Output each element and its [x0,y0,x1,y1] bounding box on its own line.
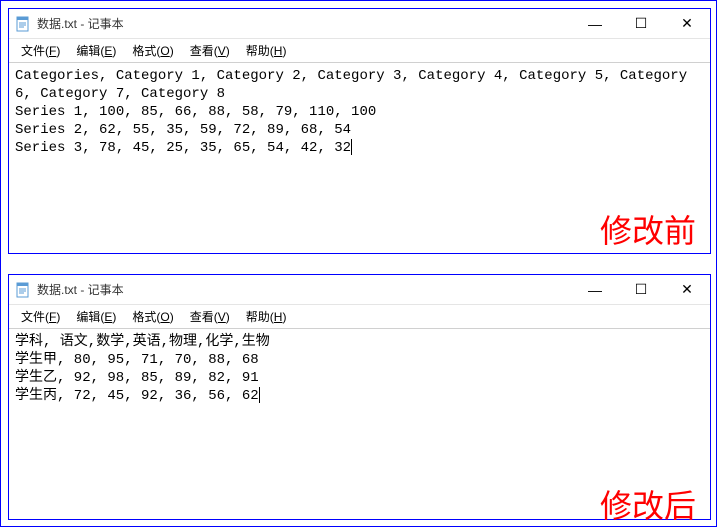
menu-view[interactable]: 查看(V) [182,40,238,61]
titlebar[interactable]: 数据.txt - 记事本 — ☐ ✕ [9,9,710,39]
titlebar[interactable]: 数据.txt - 记事本 — ☐ ✕ [9,275,710,305]
text-cursor [351,139,352,155]
minimize-button[interactable]: — [572,275,618,304]
notepad-window-before: 数据.txt - 记事本 — ☐ ✕ 文件(F) 编辑(E) 格式(O) 查看(… [8,8,711,254]
menubar: 文件(F) 编辑(E) 格式(O) 查看(V) 帮助(H) [9,39,710,63]
menu-help[interactable]: 帮助(H) [238,306,295,327]
notepad-window-after: 数据.txt - 记事本 — ☐ ✕ 文件(F) 编辑(E) 格式(O) 查看(… [8,274,711,520]
window-controls: — ☐ ✕ [572,275,710,304]
minimize-button[interactable]: — [572,9,618,38]
menubar: 文件(F) 编辑(E) 格式(O) 查看(V) 帮助(H) [9,305,710,329]
close-button[interactable]: ✕ [664,275,710,304]
window-title: 数据.txt - 记事本 [37,15,124,32]
notepad-icon [15,16,31,32]
menu-help[interactable]: 帮助(H) [238,40,295,61]
menu-edit[interactable]: 编辑(E) [68,306,124,327]
menu-edit[interactable]: 编辑(E) [68,40,124,61]
maximize-button[interactable]: ☐ [618,9,664,38]
text-area[interactable]: Categories, Category 1, Category 2, Cate… [9,63,710,253]
text-area[interactable]: 学科, 语文,数学,英语,物理,化学,生物 学生甲, 80, 95, 71, 7… [9,329,710,519]
menu-file[interactable]: 文件(F) [13,306,68,327]
menu-format[interactable]: 格式(O) [124,40,181,61]
menu-file[interactable]: 文件(F) [13,40,68,61]
window-controls: — ☐ ✕ [572,9,710,38]
menu-view[interactable]: 查看(V) [182,306,238,327]
close-button[interactable]: ✕ [664,9,710,38]
text-content: Categories, Category 1, Category 2, Cate… [15,68,696,156]
text-cursor [259,387,260,403]
window-title: 数据.txt - 记事本 [37,281,124,298]
notepad-icon [15,282,31,298]
text-content: 学科, 语文,数学,英语,物理,化学,生物 学生甲, 80, 95, 71, 7… [15,334,270,404]
menu-format[interactable]: 格式(O) [124,306,181,327]
maximize-button[interactable]: ☐ [618,275,664,304]
